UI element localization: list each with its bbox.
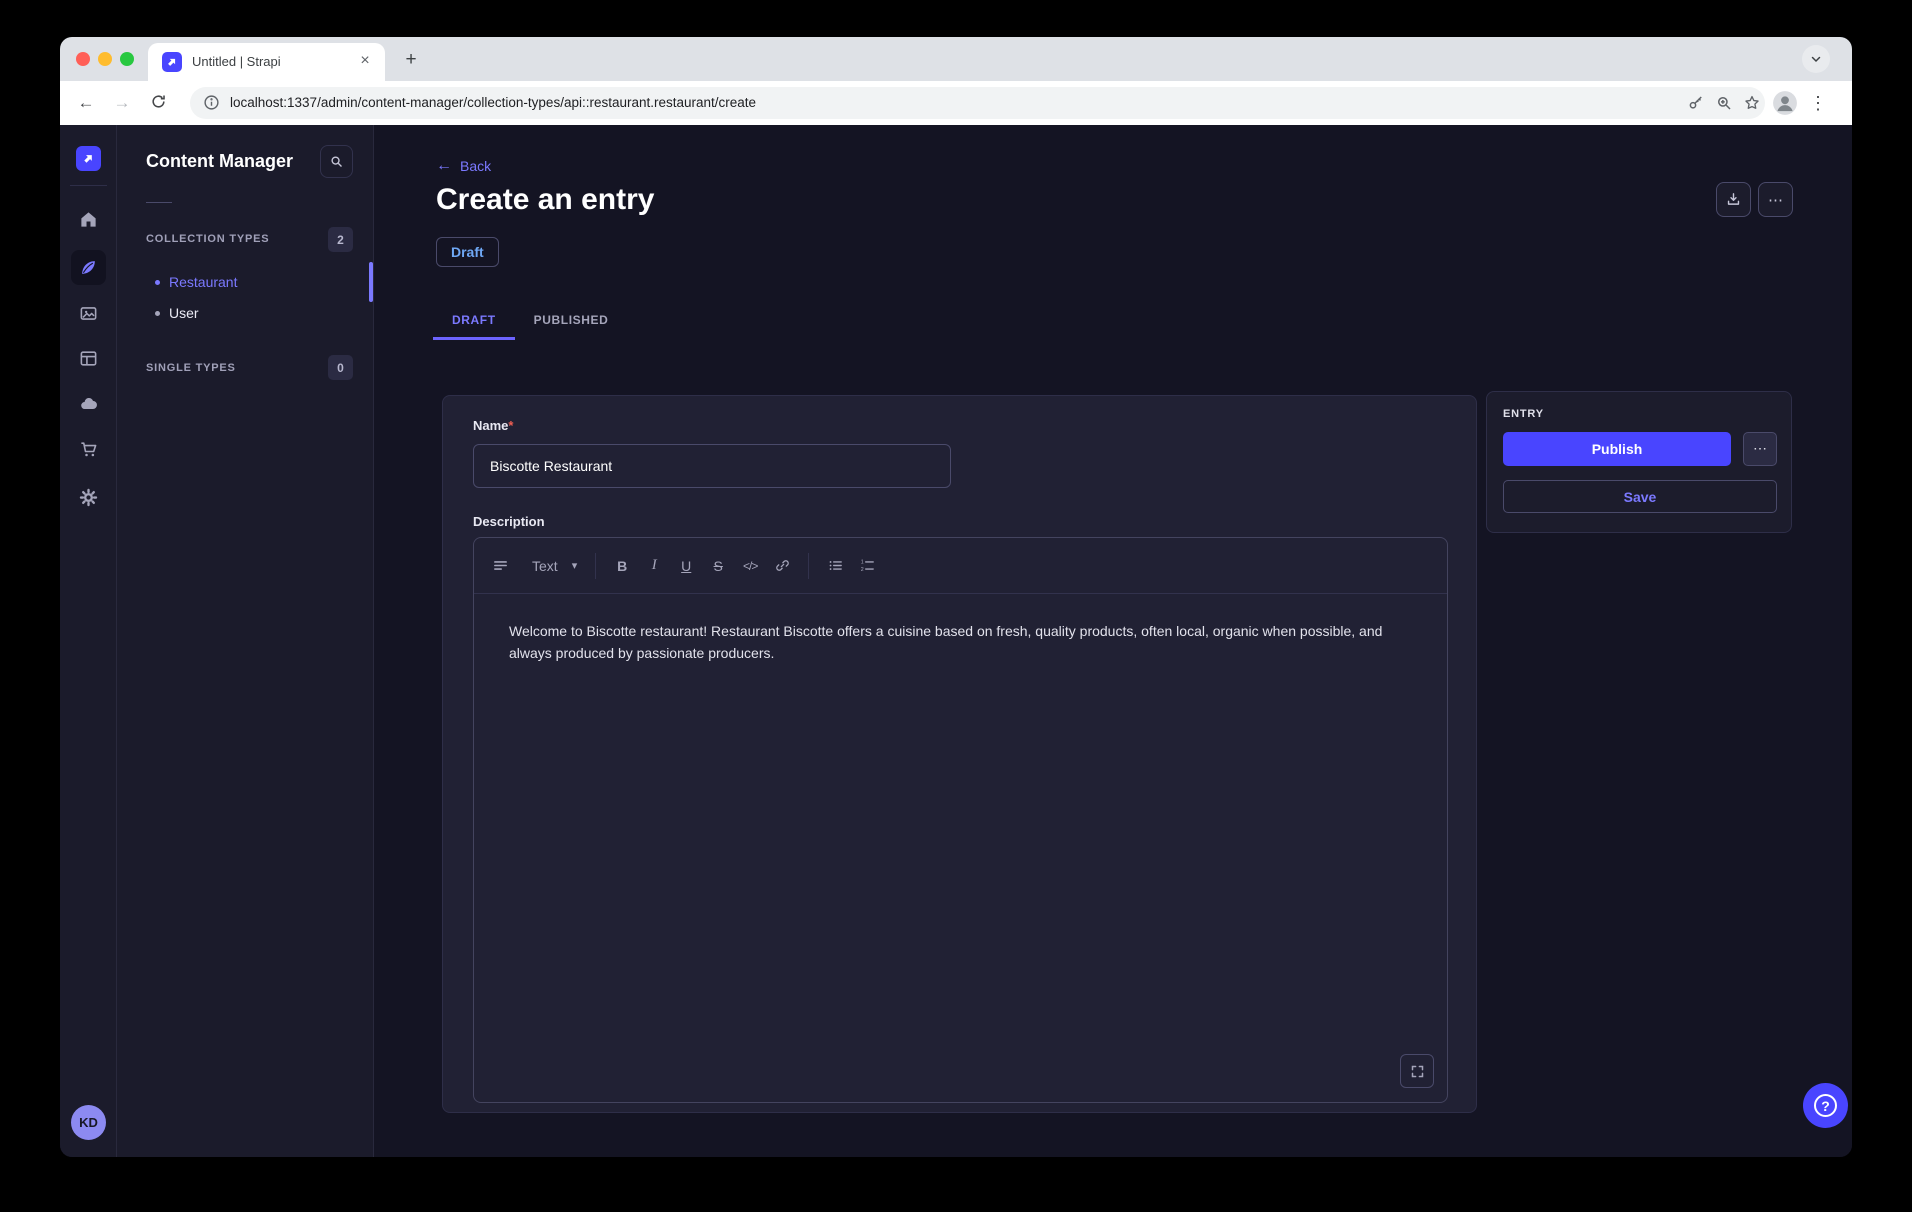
tab-close-icon[interactable]: × bbox=[355, 51, 375, 71]
status-badge: Draft bbox=[436, 237, 499, 267]
name-label-text: Name bbox=[473, 418, 508, 433]
required-asterisk: * bbox=[508, 418, 513, 433]
toolbar-separator bbox=[595, 553, 596, 579]
description-content[interactable]: Welcome to Biscotte restaurant! Restaura… bbox=[474, 595, 1447, 689]
tab-title: Untitled | Strapi bbox=[192, 54, 281, 69]
bold-button[interactable]: B bbox=[606, 550, 638, 582]
publish-row: Publish ⋯ bbox=[1503, 432, 1777, 466]
main-nav-sidebar: KD bbox=[60, 125, 117, 1157]
browser-tab[interactable]: Untitled | Strapi × bbox=[148, 43, 385, 81]
minimize-window-button[interactable] bbox=[98, 52, 112, 66]
media-library-icon[interactable] bbox=[76, 301, 101, 326]
browser-toolbar: ← → localhost:1337/admin/content-manager… bbox=[60, 81, 1852, 125]
description-field-label: Description bbox=[473, 514, 545, 529]
draft-published-tabs: DRAFT PUBLISHED bbox=[433, 303, 627, 340]
browser-reload-button[interactable] bbox=[146, 93, 170, 117]
browser-back-button[interactable]: ← bbox=[74, 91, 98, 115]
sidebar-item-label: User bbox=[169, 305, 199, 321]
content-type-builder-icon[interactable] bbox=[76, 346, 101, 371]
italic-button[interactable]: I bbox=[638, 550, 670, 582]
password-key-icon[interactable] bbox=[1687, 94, 1705, 112]
name-field-label: Name* bbox=[473, 418, 513, 433]
tab-strip: Untitled | Strapi × + bbox=[60, 37, 1852, 81]
browser-profile-icon[interactable] bbox=[1772, 90, 1790, 108]
page-title: Create an entry bbox=[436, 183, 654, 217]
rich-text-editor: Text ▾ B I U S </> bbox=[473, 537, 1448, 1103]
single-types-count-badge: 0 bbox=[328, 355, 353, 380]
publish-button[interactable]: Publish bbox=[1503, 432, 1731, 466]
active-item-indicator bbox=[369, 262, 373, 302]
link-button[interactable] bbox=[766, 550, 798, 582]
svg-text:2: 2 bbox=[860, 567, 863, 573]
entry-panel-title: ENTRY bbox=[1503, 408, 1775, 420]
entry-more-actions-button[interactable]: ⋯ bbox=[1743, 432, 1777, 466]
help-button[interactable]: ? bbox=[1803, 1083, 1848, 1128]
sidebar-item-label: Restaurant bbox=[169, 274, 237, 290]
content-manager-icon[interactable] bbox=[76, 255, 101, 280]
url-text: localhost:1337/admin/content-manager/col… bbox=[230, 95, 756, 110]
sidebar-divider bbox=[146, 202, 172, 203]
single-types-label[interactable]: SINGLE TYPES bbox=[146, 362, 236, 374]
zoom-in-icon[interactable] bbox=[1715, 94, 1733, 112]
strapi-app: KD Content Manager COLLECTION TYPES 2 Re… bbox=[60, 125, 1852, 1157]
chevron-down-icon: ▾ bbox=[572, 559, 578, 572]
editor-toolbar: Text ▾ B I U S </> bbox=[474, 538, 1447, 594]
search-button[interactable] bbox=[320, 145, 353, 178]
tab-draft[interactable]: DRAFT bbox=[433, 303, 515, 340]
item-bullet-icon bbox=[155, 280, 160, 285]
back-label: Back bbox=[460, 158, 491, 174]
strapi-favicon-icon bbox=[162, 52, 182, 72]
underline-button[interactable]: U bbox=[670, 550, 702, 582]
code-button[interactable]: </> bbox=[734, 550, 766, 582]
close-window-button[interactable] bbox=[76, 52, 90, 66]
bookmark-star-icon[interactable] bbox=[1743, 94, 1761, 112]
item-bullet-icon bbox=[155, 311, 160, 316]
sidebar-item-user[interactable]: User bbox=[117, 297, 370, 329]
tab-published[interactable]: PUBLISHED bbox=[515, 303, 628, 340]
svg-text:1: 1 bbox=[860, 559, 863, 565]
settings-gear-icon[interactable] bbox=[76, 485, 101, 510]
cloud-icon[interactable] bbox=[76, 391, 101, 416]
marketplace-cart-icon[interactable] bbox=[76, 437, 101, 462]
tab-search-button[interactable] bbox=[1802, 45, 1830, 73]
main-content: ← Back Create an entry Draft ⋯ DRAFT PUB… bbox=[374, 125, 1852, 1157]
strikethrough-button[interactable]: S bbox=[702, 550, 734, 582]
collection-types-label[interactable]: COLLECTION TYPES bbox=[146, 233, 269, 245]
site-info-icon[interactable] bbox=[203, 94, 221, 112]
name-input[interactable] bbox=[473, 444, 951, 488]
block-type-value: Text bbox=[532, 558, 558, 574]
bulleted-list-button[interactable] bbox=[819, 550, 851, 582]
back-arrow-icon: ← bbox=[436, 157, 452, 175]
export-download-button[interactable] bbox=[1716, 182, 1751, 217]
nav-divider bbox=[70, 185, 107, 186]
entry-form-card: Name* Description Text ▾ B bbox=[442, 395, 1477, 1113]
expand-editor-button[interactable] bbox=[1400, 1054, 1434, 1088]
page-more-actions-button[interactable]: ⋯ bbox=[1758, 182, 1793, 217]
back-link[interactable]: ← Back bbox=[436, 157, 491, 175]
block-type-select[interactable]: Text ▾ bbox=[524, 550, 585, 582]
align-button[interactable] bbox=[484, 550, 516, 582]
numbered-list-button[interactable]: 12 bbox=[851, 550, 883, 582]
home-icon[interactable] bbox=[76, 207, 101, 232]
sidebar-item-restaurant[interactable]: Restaurant bbox=[117, 266, 370, 298]
browser-window: Untitled | Strapi × + ← → localhost:1337… bbox=[60, 37, 1852, 1157]
new-tab-button[interactable]: + bbox=[398, 47, 424, 73]
content-manager-sidebar: Content Manager COLLECTION TYPES 2 Resta… bbox=[117, 125, 374, 1157]
strapi-logo-icon[interactable] bbox=[76, 146, 101, 171]
collection-types-count-badge: 2 bbox=[328, 227, 353, 252]
save-button[interactable]: Save bbox=[1503, 480, 1777, 513]
user-avatar[interactable]: KD bbox=[71, 1105, 106, 1140]
browser-forward-button[interactable]: → bbox=[110, 91, 134, 115]
entry-side-panel: ENTRY Publish ⋯ Save bbox=[1486, 391, 1792, 533]
sidebar-title: Content Manager bbox=[146, 151, 293, 172]
address-bar[interactable]: localhost:1337/admin/content-manager/col… bbox=[190, 87, 1765, 119]
zoom-window-button[interactable] bbox=[120, 52, 134, 66]
toolbar-separator bbox=[808, 553, 809, 579]
browser-menu-icon[interactable]: ⋮ bbox=[1806, 91, 1830, 115]
question-mark-icon: ? bbox=[1814, 1094, 1837, 1117]
